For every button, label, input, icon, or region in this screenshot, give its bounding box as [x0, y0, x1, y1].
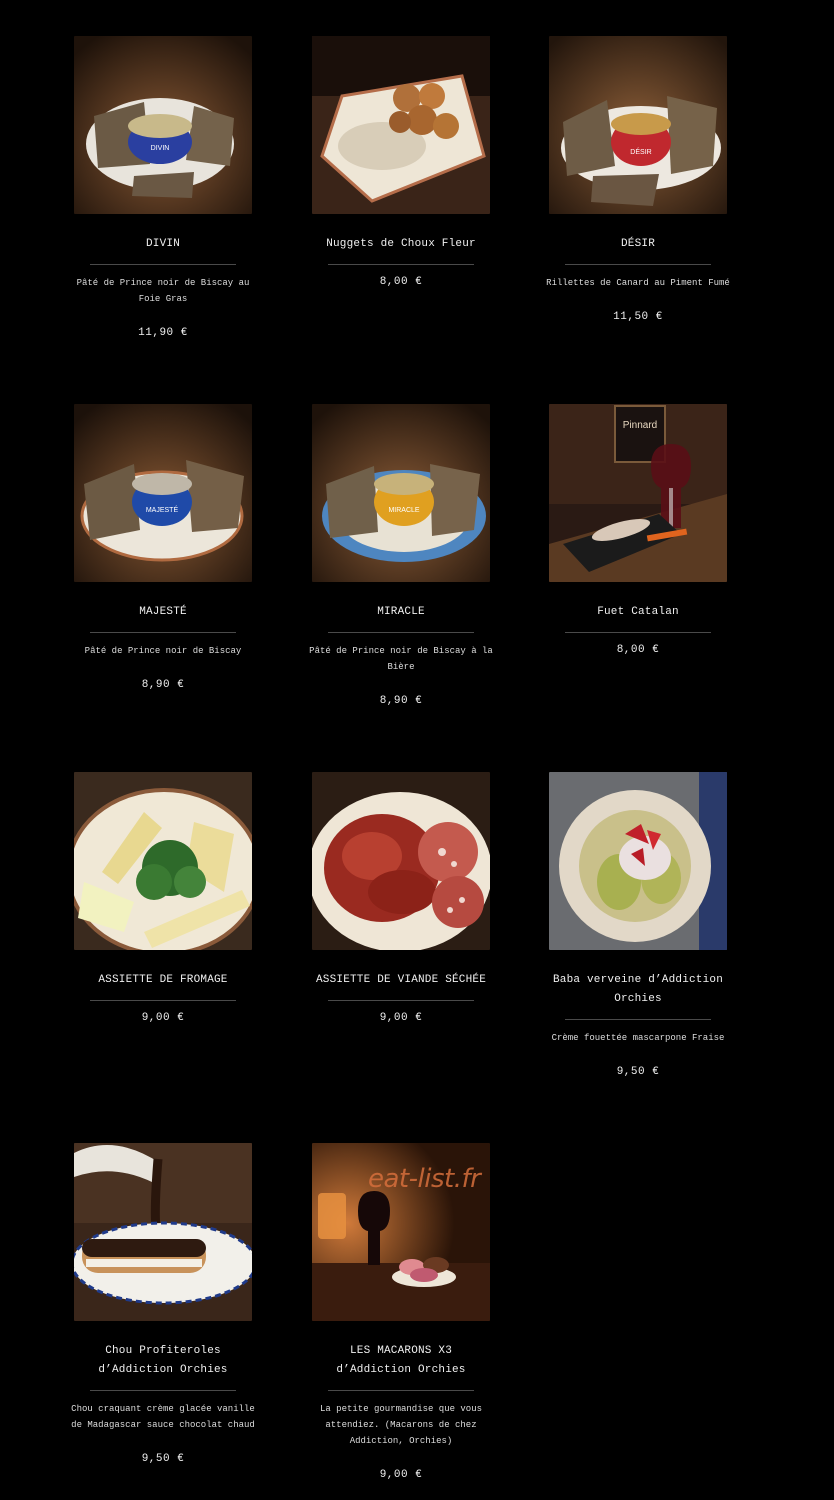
item-description: Pâté de Prince noir de Biscay à la Bière — [309, 646, 493, 672]
item-price: 11,90 € — [138, 327, 188, 339]
photo-viande — [312, 772, 490, 950]
photo-divin: DIVIN — [74, 36, 252, 214]
item-price: 11,50 € — [613, 311, 663, 323]
item-price: 9,00 € — [379, 1469, 423, 1481]
item-name: ASSIETTE DE FROMAGE — [98, 974, 228, 986]
menu-card-desir[interactable]: DÉSIR DÉSIR Rillettes de Canard au Pimen… — [546, 36, 730, 323]
menu-card-fromage[interactable]: ASSIETTE DE FROMAGE 9,00 € — [74, 772, 252, 1024]
tin-label: MIRACLE — [388, 507, 419, 514]
tin-label: MAJESTÉ — [146, 505, 179, 514]
divider — [90, 1390, 236, 1391]
photo-nuggets — [312, 36, 490, 214]
item-price: 8,90 € — [141, 679, 185, 691]
menu-card-profiteroles[interactable]: Chou Profiteroles d’Addiction Orchies Ch… — [71, 1143, 255, 1465]
divider — [565, 264, 711, 265]
item-name: ASSIETTE DE VIANDE SÉCHÉE — [315, 974, 487, 986]
divider — [328, 632, 474, 633]
photo-profiteroles — [74, 1143, 252, 1321]
photo-fromage — [74, 772, 252, 950]
menu-card-miracle[interactable]: MIRACLE MIRACLE Pâté de Prince noir de B… — [309, 404, 493, 707]
item-description: La petite gourmandise que vous attendiez… — [319, 1404, 483, 1446]
item-price: 9,50 € — [616, 1066, 660, 1078]
divider — [90, 1000, 236, 1001]
item-name: Chou Profiteroles d’Addiction Orchies — [98, 1345, 228, 1376]
menu-card-majeste[interactable]: MAJESTÉ MAJESTÉ Pâté de Prince noir de B… — [74, 404, 252, 691]
item-name: LES MACARONS X3 d’Addiction Orchies — [336, 1345, 466, 1376]
item-description: Chou craquant crème glacée vanille de Ma… — [71, 1404, 255, 1430]
item-price: 9,00 € — [141, 1012, 185, 1024]
item-name: MIRACLE — [377, 606, 425, 618]
item-name: Fuet Catalan — [597, 606, 679, 618]
item-name: MAJESTÉ — [139, 606, 187, 618]
item-price: 8,00 € — [379, 276, 423, 288]
menu-card-baba[interactable]: Baba verveine d’Addiction Orchies Crème … — [549, 772, 727, 1078]
menu-card-fuet[interactable]: Pinnard Fuet Catalan 8,00 € — [549, 404, 727, 656]
item-description: Crème fouettée mascarpone Fraise — [551, 1033, 725, 1043]
divider — [328, 1000, 474, 1001]
menu-card-viande[interactable]: ASSIETTE DE VIANDE SÉCHÉE 9,00 € — [312, 772, 490, 1024]
item-description: Pâté de Prince noir de Biscay — [84, 646, 242, 656]
divider — [90, 632, 236, 633]
menu-card-nuggets[interactable]: Nuggets de Choux Fleur 8,00 € — [312, 36, 490, 288]
photo-desir: DÉSIR — [549, 36, 727, 214]
photo-majeste: MAJESTÉ — [74, 404, 252, 582]
item-price: 9,50 € — [141, 1453, 185, 1465]
item-name: DÉSIR — [620, 238, 655, 250]
divider — [328, 1390, 474, 1391]
watermark: eat-list.fr — [368, 1164, 481, 1194]
item-price: 8,00 € — [616, 644, 660, 656]
item-name: Baba verveine d’Addiction Orchies — [552, 974, 724, 1005]
divider — [90, 264, 236, 265]
menu-card-divin[interactable]: DIVIN DIVIN Pâté de Prince noir de Bisca… — [74, 36, 252, 339]
item-price: 8,90 € — [379, 695, 423, 707]
item-name: Nuggets de Choux Fleur — [326, 238, 476, 250]
photo-miracle: MIRACLE — [312, 404, 490, 582]
item-description: Rillettes de Canard au Piment Fumé — [546, 278, 730, 288]
photo-baba — [549, 772, 727, 950]
divider — [565, 1019, 711, 1020]
divider — [328, 264, 474, 265]
poster-text: Pinnard — [623, 420, 657, 431]
divider — [565, 632, 711, 633]
item-price: 9,00 € — [379, 1012, 423, 1024]
photo-fuet: Pinnard — [549, 404, 727, 582]
item-description: Pâté de Prince noir de Biscay au Foie Gr… — [76, 278, 250, 304]
item-name: DIVIN — [145, 238, 180, 250]
tin-label: DIVIN — [151, 145, 170, 152]
tin-label: DÉSIR — [630, 147, 651, 156]
